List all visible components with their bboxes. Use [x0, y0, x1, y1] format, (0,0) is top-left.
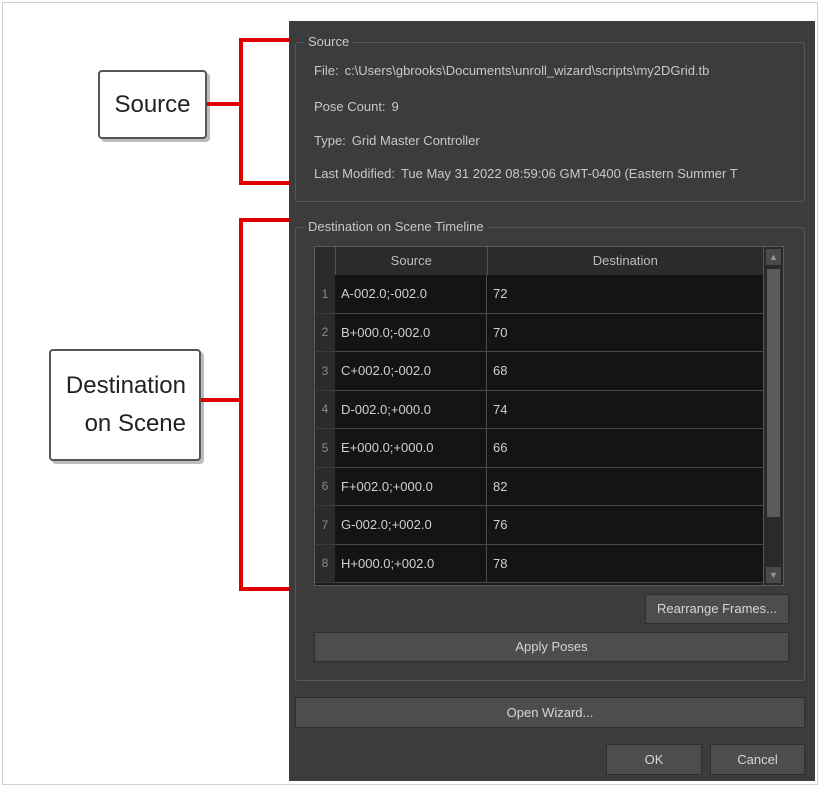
destination-cell[interactable]: 78 [487, 544, 764, 583]
pose-count-label: Pose Count: [314, 99, 386, 114]
source-connector-line [207, 102, 241, 106]
destination-callout-line1: Destination [65, 372, 186, 399]
destination-connector-line [201, 398, 241, 402]
file-row: File: c:\Users\gbrooks\Documents\unroll_w… [314, 63, 794, 78]
destination-callout-line2: on Scene [84, 410, 186, 437]
row-number: 6 [315, 467, 335, 506]
table-row[interactable]: 4 D-002.0;+000.0 74 [315, 390, 764, 429]
file-label: File: [314, 63, 339, 78]
destination-group-title: Destination on Scene Timeline [304, 219, 488, 235]
row-number: 8 [315, 544, 335, 583]
table-body: 1 A-002.0;-002.0 72 2 B+000.0;-002.0 70 … [315, 275, 764, 583]
scrollbar-thumb[interactable] [767, 269, 780, 517]
row-number: 2 [315, 313, 335, 352]
source-cell[interactable]: D-002.0;+000.0 [335, 390, 487, 429]
last-modified-label: Last Modified: [314, 166, 395, 181]
table-row[interactable]: 6 F+002.0;+000.0 82 [315, 467, 764, 506]
type-label: Type: [314, 133, 346, 148]
destination-cell[interactable]: 66 [487, 429, 764, 468]
table-row[interactable]: 1 A-002.0;-002.0 72 [315, 275, 764, 314]
source-cell[interactable]: G-002.0;+002.0 [335, 506, 487, 545]
column-header-destination[interactable]: Destination [487, 247, 764, 275]
destination-bracket-top [239, 218, 291, 222]
source-cell[interactable]: A-002.0;-002.0 [335, 275, 487, 314]
type-row: Type: Grid Master Controller [314, 133, 794, 148]
table-corner [315, 247, 336, 275]
table-row[interactable]: 5 E+000.0;+000.0 66 [315, 429, 764, 468]
table-row[interactable]: 8 H+000.0;+002.0 78 [315, 544, 764, 583]
table-row[interactable]: 3 C+002.0;-002.0 68 [315, 352, 764, 391]
scroll-down-arrow-icon[interactable]: ▼ [766, 567, 781, 583]
table-vertical-scrollbar[interactable]: ▲ ▼ [763, 247, 783, 585]
destination-cell[interactable]: 74 [487, 390, 764, 429]
source-cell[interactable]: F+002.0;+000.0 [335, 467, 487, 506]
poses-table[interactable]: Source Destination 1 A-002.0;-002.0 72 2… [314, 246, 784, 586]
destination-cell[interactable]: 82 [487, 467, 764, 506]
destination-group: Destination on Scene Timeline Source Des… [295, 219, 805, 681]
pose-count-value: 9 [391, 99, 399, 114]
cancel-button[interactable]: Cancel [710, 744, 805, 775]
last-modified-value: Tue May 31 2022 08:59:06 GMT-0400 (Easte… [400, 166, 738, 181]
destination-callout: Destination on Scene [49, 349, 201, 461]
ok-button[interactable]: OK [606, 744, 702, 775]
table-header: Source Destination [315, 247, 764, 275]
destination-cell[interactable]: 76 [487, 506, 764, 545]
rearrange-frames-button[interactable]: Rearrange Frames... [645, 594, 789, 624]
source-bracket-bottom [239, 181, 291, 185]
destination-bracket-bottom [239, 587, 291, 591]
pose-count-row: Pose Count: 9 [314, 99, 794, 114]
source-bracket-vertical [239, 38, 243, 185]
row-number: 3 [315, 352, 335, 391]
row-number: 1 [315, 275, 335, 314]
destination-cell[interactable]: 70 [487, 313, 764, 352]
source-cell[interactable]: C+002.0;-002.0 [335, 352, 487, 391]
open-wizard-button[interactable]: Open Wizard... [295, 697, 805, 728]
destination-cell[interactable]: 68 [487, 352, 764, 391]
row-number: 7 [315, 506, 335, 545]
source-cell[interactable]: H+000.0;+002.0 [335, 544, 487, 583]
source-group: Source File: c:\Users\gbrooks\Documents\u… [295, 34, 805, 202]
destination-bracket-vertical [239, 218, 243, 591]
apply-poses-button[interactable]: Apply Poses [314, 632, 789, 662]
source-group-title: Source [304, 34, 354, 50]
source-callout-label: Source [114, 90, 191, 118]
column-header-source[interactable]: Source [335, 247, 488, 275]
row-number: 5 [315, 429, 335, 468]
destination-cell[interactable]: 72 [487, 275, 764, 314]
type-value: Grid Master Controller [351, 133, 480, 148]
file-value: c:\Users\gbrooks\Documents\unroll_wizard… [344, 63, 710, 78]
source-bracket-top [239, 38, 291, 42]
last-modified-row: Last Modified: Tue May 31 2022 08:59:06 G… [314, 166, 794, 181]
scroll-up-arrow-icon[interactable]: ▲ [766, 249, 781, 265]
source-callout: Source [98, 70, 207, 139]
table-row[interactable]: 7 G-002.0;+002.0 76 [315, 506, 764, 545]
source-cell[interactable]: B+000.0;-002.0 [335, 313, 487, 352]
source-cell[interactable]: E+000.0;+000.0 [335, 429, 487, 468]
table-row[interactable]: 2 B+000.0;-002.0 70 [315, 313, 764, 352]
row-number: 4 [315, 390, 335, 429]
pose-wizard-dialog: Source File: c:\Users\gbrooks\Documents\u… [289, 21, 815, 781]
